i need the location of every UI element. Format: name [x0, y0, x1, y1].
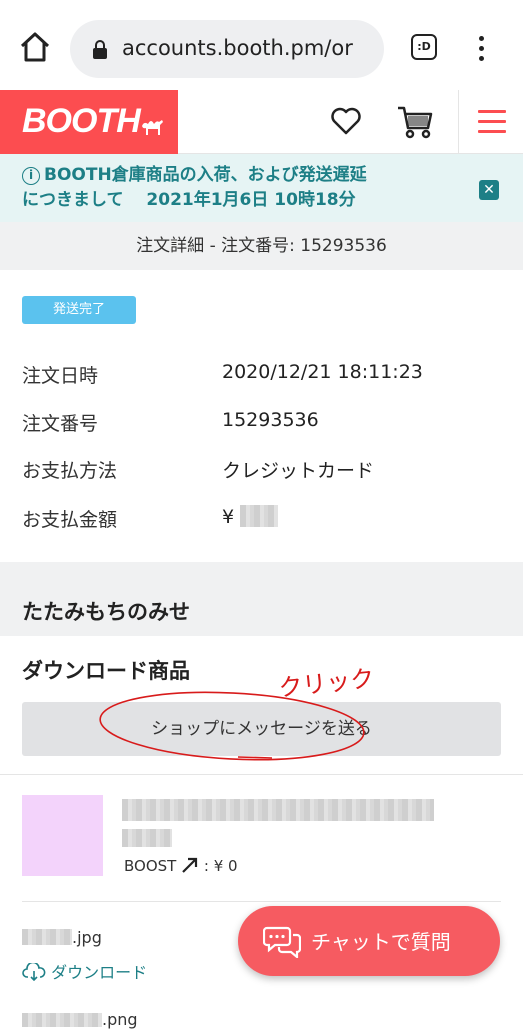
boost-price: : ¥ 0: [203, 857, 238, 875]
file-extension-2: .png: [102, 1010, 138, 1029]
boost-info: BOOST : ¥ 0: [124, 857, 238, 875]
order-date-label: 注文日時: [22, 365, 99, 387]
booth-logo[interactable]: BOOTH: [0, 90, 178, 154]
chat-bubbles-icon: [263, 926, 301, 958]
download-section-title: ダウンロード商品: [22, 659, 190, 683]
lock-icon: [93, 40, 107, 59]
redacted-amount: [240, 505, 279, 527]
payment-amount-value: ¥: [222, 505, 279, 528]
section-divider: [0, 774, 523, 775]
boost-label: BOOST: [124, 857, 177, 875]
yen-sign: ¥: [222, 506, 235, 528]
redacted-product-title: [122, 799, 434, 821]
browser-toolbar: accounts.booth.pm/or :D: [0, 0, 523, 90]
product-thumbnail[interactable]: [22, 795, 103, 876]
chat-question-button[interactable]: チャットで質問: [238, 906, 500, 976]
order-number-value: 15293536: [222, 409, 319, 431]
info-icon: i: [22, 167, 40, 185]
home-icon[interactable]: [18, 30, 52, 64]
download-link[interactable]: ダウンロード: [22, 959, 147, 983]
heart-icon[interactable]: [330, 106, 362, 136]
annotation-text: クリック: [277, 664, 375, 702]
redacted-file-name: [22, 929, 72, 945]
redacted-file-name-2: [22, 1013, 102, 1027]
order-number-label: 注文番号: [22, 413, 99, 435]
file-extension: .jpg: [72, 928, 102, 947]
browser-menu-icon[interactable]: [478, 36, 486, 62]
logo-text: BOOTH: [22, 102, 141, 140]
payment-amount-label: お支払金額: [22, 509, 118, 531]
file-name-2: .png: [22, 1010, 138, 1029]
shop-name[interactable]: たたみもちのみせ: [22, 596, 190, 626]
download-link-label: ダウンロード: [51, 963, 148, 982]
payment-method-label: お支払方法: [22, 460, 118, 482]
notice-line1: BOOTH倉庫商品の入荷、および発送遅延: [44, 165, 367, 185]
notice-close-icon[interactable]: ✕: [479, 180, 499, 200]
notice-line2: につきまして 2021年1月6日 10時18分: [22, 190, 356, 210]
header-divider: [458, 90, 459, 154]
url-bar[interactable]: accounts.booth.pm/or: [70, 20, 384, 78]
cloud-download-icon: [22, 961, 46, 982]
camel-icon: [142, 120, 163, 135]
notice-banner: i BOOTH倉庫商品の入荷、および発送遅延 につきまして 2021年1月6日 1…: [0, 154, 523, 222]
notice-link[interactable]: i BOOTH倉庫商品の入荷、および発送遅延 につきまして 2021年1月6日 1…: [22, 163, 422, 213]
hamburger-menu-icon[interactable]: [478, 110, 506, 134]
status-badge: 発送完了: [22, 296, 136, 324]
order-date-value: 2020/12/21 18:11:23: [222, 361, 423, 383]
order-title: 注文詳細 - 注文番号: 15293536: [0, 222, 523, 270]
message-shop-button[interactable]: ショップにメッセージを送る: [22, 702, 501, 756]
chat-button-label: チャットで質問: [311, 930, 451, 954]
cart-icon[interactable]: [396, 104, 434, 140]
item-divider: [22, 901, 501, 902]
boost-arrow-icon: [182, 857, 198, 873]
redacted-product-title-2: [122, 829, 172, 847]
url-text: accounts.booth.pm/or: [122, 36, 353, 60]
file-name: .jpg: [22, 928, 102, 947]
site-header: BOOTH: [0, 90, 523, 154]
tab-switcher-button[interactable]: :D: [411, 34, 437, 60]
payment-method-value: クレジットカード: [222, 460, 375, 482]
